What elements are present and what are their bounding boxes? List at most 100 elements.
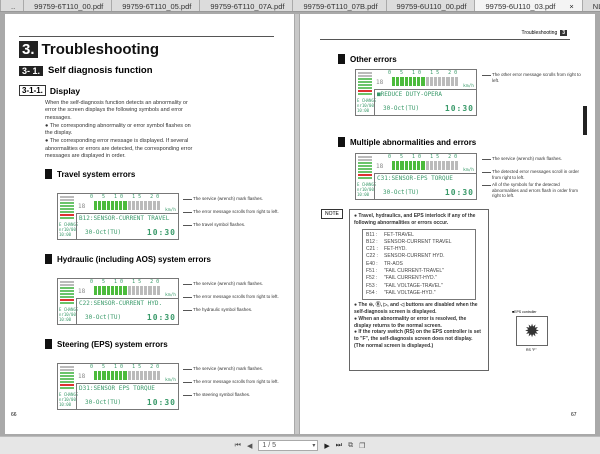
tab[interactable]: 99759-6T110_00.pdf <box>23 0 111 11</box>
intro-paragraph: When the self-diagnosis function detects… <box>45 100 188 121</box>
speed-readout: 18 <box>376 163 384 170</box>
error-code-item: F53 : "FAIL VOLTAGE-TRAVEL" <box>366 283 472 290</box>
note-bullet-text: When an abnormality or error is resolved… <box>354 315 467 329</box>
page-67: Troubleshooting 3 Other errors Multiple … <box>300 14 595 434</box>
error-code: B12 : <box>366 238 378 245</box>
note-bullet-text: If the rotary switch (RS) on the EPS con… <box>354 329 481 350</box>
section-number: 3- 1. <box>19 65 44 76</box>
error-code-item: C21 : FET-HYD. <box>366 246 472 253</box>
tab[interactable]: .. <box>0 0 23 11</box>
bullet-text: The corresponding abnormality or error s… <box>45 122 191 137</box>
lcd-display: E CHANGE nr10/00 10:00 0 5 10 15 20 18 km/h… <box>355 153 477 200</box>
error-code: C22 : <box>366 253 378 260</box>
error-description: "FAIL CURRENT-TRAVEL" <box>384 268 444 275</box>
subsection-heading: 3-1-1. Display <box>19 85 80 96</box>
speed-bar <box>94 201 160 210</box>
section-heading: 3- 1. Self diagnosis function <box>19 65 153 76</box>
error-code-item: B11 : FET-TRAVEL <box>366 232 472 239</box>
page-66: 3. Troubleshooting 3- 1. Self diagnosis … <box>5 14 294 434</box>
last-page-icon[interactable]: ⏭ <box>336 442 342 450</box>
error-description: FET-TRAVEL <box>384 231 414 238</box>
copy-icon[interactable]: ⧉ <box>348 442 353 450</box>
callout: The service (wrench) mark flashes. <box>183 196 283 202</box>
callout: The service (wrench) mark flashes. <box>183 366 283 372</box>
speed-readout: 18 <box>376 79 384 86</box>
error-message: C31:SENSOR-EPS TORQUE <box>377 175 453 182</box>
callout: The service (wrench) mark flashes. <box>183 281 283 287</box>
hydraulic-errors-heading: Hydraulic (including AOS) system errors <box>45 254 211 264</box>
tab[interactable]: 99759-6T110_07A.pdf <box>199 0 292 11</box>
callout: The other error message scrolls from rig… <box>482 72 581 83</box>
paste-icon[interactable]: ❐ <box>359 442 365 450</box>
callout: The error message scrolls from right to … <box>183 294 283 300</box>
battery-gauge-icon <box>60 196 74 220</box>
error-code: F53 : <box>366 282 378 289</box>
note-intro-text: Travel, hydraulics, and EPS interlock if… <box>354 213 476 226</box>
note-bullet-text: The ⊖, Ⓑ, ▷, and ◁ buttons are disabled … <box>354 302 478 316</box>
message-area: C31:SENSOR-EPS TORQUE 30-Oct(TU) 10:30 <box>374 173 476 199</box>
error-description: SENSOR-CURRENT HYD. <box>384 253 445 260</box>
error-code: F52 : <box>366 275 378 282</box>
page-number: 67 <box>571 412 577 418</box>
bullet-text: The corresponding error message is displ… <box>45 138 193 160</box>
note-bullet: ● When an abnormality or error is resolv… <box>354 315 467 329</box>
callout: The travel symbol flashes. <box>183 222 283 228</box>
chapter-thumb-tab <box>583 106 587 135</box>
header-rule <box>19 36 274 37</box>
travel-errors-heading: Travel system errors <box>45 169 135 179</box>
steering-errors-heading: Steering (EPS) system errors <box>45 339 168 349</box>
error-code-item: F51 : "FAIL CURRENT-TRAVEL" <box>366 268 472 275</box>
close-tab-icon[interactable]: × <box>569 2 573 11</box>
speed-bar <box>392 161 458 170</box>
tab-label: .. <box>11 2 16 11</box>
battery-gauge-icon <box>60 281 74 305</box>
heading-text: Travel system errors <box>57 169 136 179</box>
speed-scale: 0 5 10 15 20 <box>388 70 461 76</box>
error-code: F54 : <box>366 289 378 296</box>
message-area: D31:SENSOR EPS TORQUE 30-Oct(TU) 10:30 <box>76 383 178 409</box>
error-code: F51 : <box>366 268 378 275</box>
date-readout: 30-Oct(TU) <box>383 105 420 112</box>
speed-bar <box>94 286 160 295</box>
tab[interactable]: 99759-6T110_07B.pdf <box>292 0 385 11</box>
error-message: B12:SENSOR-CURRENT TRAVEL <box>79 215 170 222</box>
tab-bar: .. 99759-6T110_00.pdf 99759-6T110_05.pdf 99… <box>0 0 600 12</box>
tab[interactable]: 99759-6U110_00.pdf <box>385 0 475 11</box>
other-errors-heading: Other errors <box>338 54 397 64</box>
tab-label: 99759-6T110_07B.pdf <box>303 2 378 11</box>
error-code-item: E40 : TR-AOS <box>366 261 472 268</box>
running-header-number: 3 <box>560 30 567 36</box>
speed-bar <box>392 77 458 86</box>
error-description: "FAIL VOLTAGE-TRAVEL" <box>384 282 443 289</box>
date-readout: 30-Oct(TU) <box>85 314 122 321</box>
tab[interactable]: 99759-6U110_03.pdf × <box>474 0 582 11</box>
lcd-display: E CHANGE nr10/00 10:00 0 5 10 15 20 18 km/h… <box>355 69 477 116</box>
date-readout: 30-Oct(TU) <box>85 399 122 406</box>
error-description: "FAIL VOLTAGE-HYD." <box>384 289 436 296</box>
callout: The service (wrench) mark flashes. <box>482 156 582 162</box>
tab[interactable]: 99759-6T110_05.pdf <box>111 0 199 11</box>
lcd-display: E CHANGE nr10/00 10:00 0 5 10 15 20 18 km/h… <box>57 193 179 240</box>
first-page-icon[interactable]: ⏮ <box>235 442 241 450</box>
battery-gauge-icon <box>60 366 74 390</box>
speed-readout: 18 <box>78 203 86 210</box>
tab[interactable]: NL000006724-0 <box>581 0 600 11</box>
eps-rs-label: RS "F" <box>526 348 537 352</box>
prev-page-icon[interactable]: ◀ <box>247 442 252 450</box>
scrollbar[interactable] <box>295 14 299 434</box>
intro-text: When the self-diagnosis function detects… <box>45 100 195 160</box>
error-code-item: B12 : SENSOR-CURRENT TRAVEL <box>366 239 472 246</box>
callout: The hydraulic symbol flashes. <box>183 307 283 313</box>
lcd-display: E CHANGE nr10/00 10:00 0 5 10 15 20 18 km/h… <box>57 278 179 325</box>
error-message: ■REDUCE DUTY-OPERA <box>377 91 443 98</box>
page-selector[interactable]: 1 / 5 <box>258 440 319 451</box>
next-page-icon[interactable]: ▶ <box>324 442 329 450</box>
lcd-display: E CHANGE nr10/00 10:00 0 5 10 15 20 18 km/h… <box>57 363 179 410</box>
time-readout: 10:30 <box>146 398 176 407</box>
error-code: B11 : <box>366 231 378 238</box>
header-rule <box>320 39 570 40</box>
subsection-number: 3-1-1. <box>19 85 46 96</box>
section-title: Self diagnosis function <box>48 65 153 76</box>
time-readout: 10:30 <box>444 104 474 113</box>
error-description: TR-AOS <box>384 260 403 267</box>
